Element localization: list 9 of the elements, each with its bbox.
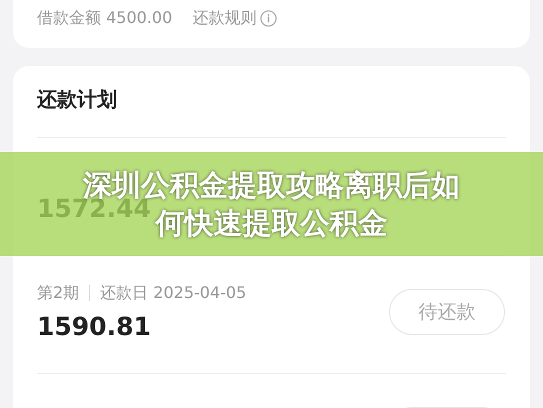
info-icon[interactable] <box>260 10 278 26</box>
banner-title: 何快速提取公积金 <box>156 205 388 242</box>
repay-button[interactable]: 待还款 <box>389 289 505 335</box>
plan-title: 还款计划 <box>37 86 118 113</box>
rules-link[interactable]: 还款规则 <box>192 6 256 30</box>
period-label: 第2期 <box>37 282 80 304</box>
loan-amount: 借款金额 4500.00 <box>37 7 172 29</box>
due-date: 还款日 2025-04-05 <box>100 282 246 304</box>
installment-amount: 1590.81 <box>37 312 152 342</box>
